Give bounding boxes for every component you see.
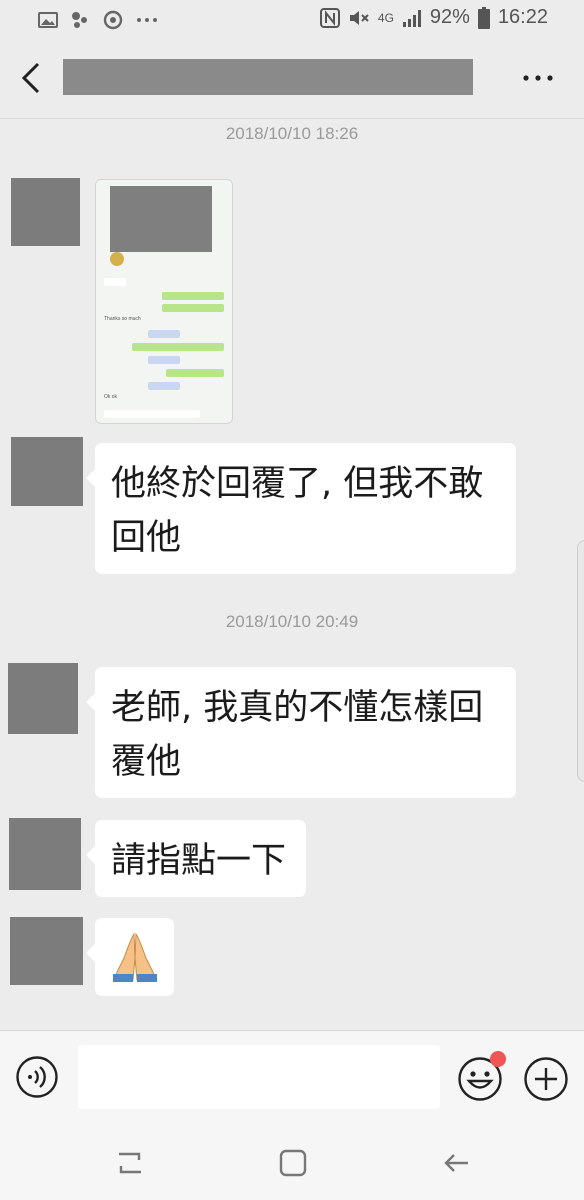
battery-percent: 92% [429,6,470,28]
input-bar [0,1030,584,1127]
home-icon[interactable] [276,1146,310,1180]
sticker-icon [110,252,124,266]
chat-bubble[interactable]: 老師, 我真的不懂怎樣回覆他 [86,667,516,798]
mute-icon [349,10,369,25]
recent-apps-icon[interactable] [113,1146,147,1180]
more-options-icon[interactable] [520,72,556,84]
status-bar: 4G 92% 16:22 [0,0,584,40]
avatar[interactable] [11,178,80,246]
edge-panel-handle[interactable] [577,540,584,782]
chat-bubble[interactable]: 他終於回覆了, 但我不敢回他 [86,443,516,574]
network-type: 4G [377,10,394,25]
clock: 16:22 [497,6,548,28]
image-redaction [110,186,212,252]
gallery-icon [38,12,58,28]
notification-dot [490,1051,506,1067]
avatar[interactable] [11,437,83,506]
chat-bubble[interactable]: 請指點一下 [86,820,306,897]
message-input[interactable] [78,1045,440,1109]
back-nav-icon[interactable] [440,1146,474,1180]
battery-icon [477,6,490,29]
chat-title-redacted [63,59,473,95]
thumbnail-text: Ok ok [104,394,118,400]
thumbnail-text: Thanks so much [104,316,141,322]
avatar[interactable] [9,818,81,890]
signal-icon [402,9,421,27]
folded-hands-icon [113,932,157,982]
sync-icon [103,10,123,30]
avatar[interactable] [8,663,78,734]
notification-icon [72,12,87,28]
avatar[interactable] [10,917,83,985]
image-message[interactable]: Thanks so much Ok ok [95,179,233,424]
emoji-bubble[interactable] [86,918,174,996]
message-timestamp: 2018/10/10 18:26 [225,124,359,143]
chat-header [0,40,584,119]
system-nav-bar [0,1126,584,1200]
plus-icon[interactable] [523,1056,569,1102]
nfc-icon [319,7,340,28]
voice-icon[interactable] [16,1056,58,1098]
message-timestamp: 2018/10/10 20:49 [225,612,359,631]
back-arrow-icon[interactable] [18,60,50,96]
more-dots-icon [137,18,157,22]
